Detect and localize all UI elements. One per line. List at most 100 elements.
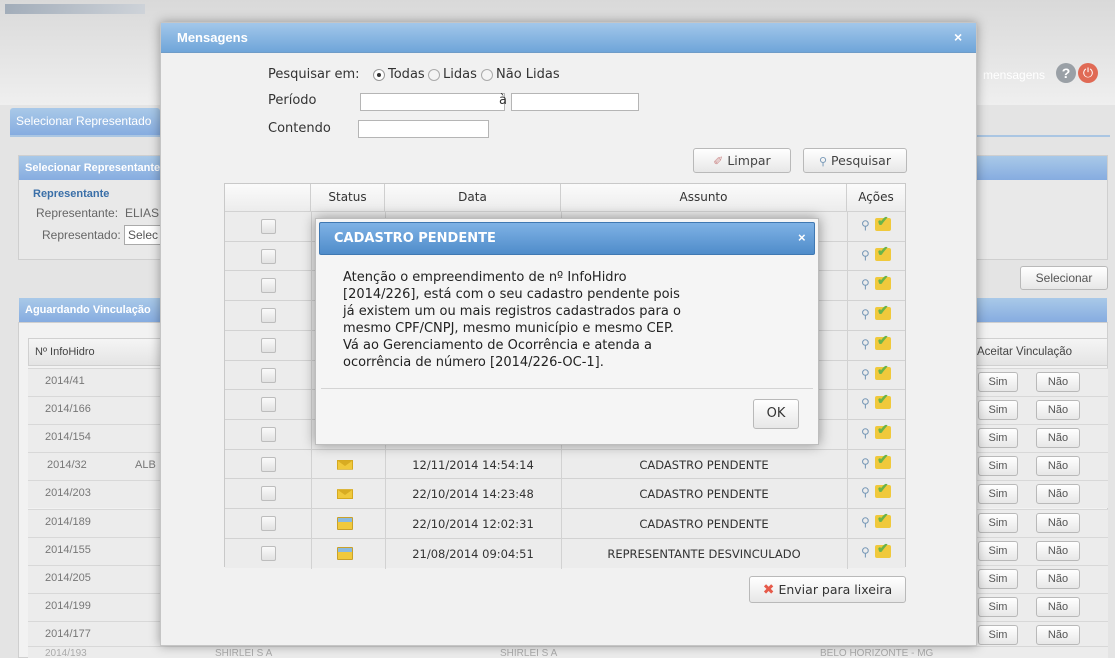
message-subject: REPRESENTANTE DESVINCULADO	[607, 546, 801, 561]
tab-select-representado[interactable]: Selecionar Representado	[10, 108, 160, 135]
row-checkbox[interactable]	[261, 278, 276, 294]
view-magnifier-icon[interactable]: ⚲	[861, 396, 870, 410]
messages-link[interactable]: mensagens	[983, 68, 1045, 82]
row-checkbox[interactable]	[261, 337, 276, 353]
clear-button[interactable]: ✐ Limpar	[693, 148, 791, 173]
row-checkbox[interactable]	[261, 486, 276, 502]
dialog-message-line: [2014/226], está com o seu cadastro pend…	[343, 287, 680, 302]
accept-yes-button[interactable]: Sim	[978, 428, 1018, 449]
col-infohidro-header: Nº InfoHidro	[35, 346, 95, 358]
row-checkbox[interactable]	[261, 367, 276, 383]
view-magnifier-icon[interactable]: ⚲	[861, 426, 870, 440]
accept-yes-button[interactable]: Sim	[978, 568, 1018, 589]
accept-no-button[interactable]: Não	[1036, 400, 1080, 421]
col-divider	[311, 509, 312, 539]
accept-no-button[interactable]: Não	[1036, 512, 1080, 533]
mark-read-icon[interactable]: ✔	[875, 451, 891, 469]
message-subject: CADASTRO PENDENTE	[639, 487, 769, 502]
row-checkbox[interactable]	[261, 248, 276, 264]
mark-read-icon[interactable]: ✔	[875, 391, 891, 410]
close-icon[interactable]: ×	[954, 29, 962, 45]
radio-read[interactable]	[428, 69, 440, 81]
row-checkbox[interactable]	[261, 397, 276, 413]
mark-read-icon[interactable]: ✔	[875, 243, 891, 261]
view-magnifier-icon[interactable]: ⚲	[861, 367, 870, 381]
row-checkbox[interactable]	[261, 456, 276, 472]
trash-button[interactable]: ✖ Enviar para lixeira	[749, 576, 906, 603]
accept-no-button[interactable]: Não	[1036, 428, 1080, 449]
col-divider	[847, 271, 848, 302]
message-row[interactable]: 22/10/2014 14:23:48 CADASTRO PENDENTE ⚲ …	[225, 478, 905, 510]
view-magnifier-icon[interactable]: ⚲	[861, 337, 870, 351]
radio-unread-label: Não Lidas	[496, 67, 560, 82]
accept-yes-button[interactable]: Sim	[978, 372, 1018, 392]
mark-read-icon[interactable]: ✔	[875, 362, 891, 380]
col-divider	[311, 241, 312, 272]
mark-read-icon[interactable]: ✔	[875, 272, 891, 291]
accept-yes-button[interactable]: Sim	[978, 596, 1018, 617]
accept-yes-button[interactable]: Sim	[978, 540, 1018, 561]
accept-no-button[interactable]: Não	[1036, 624, 1080, 645]
view-magnifier-icon[interactable]: ⚲	[861, 307, 870, 321]
close-icon[interactable]: ×	[798, 230, 806, 245]
row-id: 2014/205	[45, 571, 91, 584]
radio-all[interactable]	[373, 69, 385, 81]
accept-yes-button[interactable]: Sim	[978, 512, 1018, 533]
radio-unread[interactable]	[481, 69, 493, 81]
row-checkbox[interactable]	[261, 219, 276, 234]
contains-input[interactable]	[358, 120, 489, 138]
col-divider	[311, 419, 312, 450]
message-subject: CADASTRO PENDENTE	[639, 457, 769, 472]
modal-header: Mensagens ×	[161, 23, 976, 53]
view-magnifier-icon[interactable]: ⚲	[861, 277, 870, 291]
col-divider	[847, 479, 848, 510]
view-magnifier-icon[interactable]: ⚲	[861, 485, 870, 499]
accept-no-button[interactable]: Não	[1036, 540, 1080, 561]
row-id: 2014/199	[45, 599, 91, 612]
view-magnifier-icon[interactable]: ⚲	[861, 515, 870, 529]
mark-read-icon[interactable]: ✔	[875, 302, 891, 321]
mark-read-icon[interactable]: ✔	[875, 332, 891, 350]
row-checkbox[interactable]	[261, 308, 276, 324]
accept-no-button[interactable]: Não	[1036, 456, 1080, 477]
table-row	[28, 646, 1108, 658]
col-divider	[311, 538, 312, 569]
message-row[interactable]: 21/08/2014 09:04:51 REPRESENTANTE DESVIN…	[225, 537, 905, 569]
accept-no-button[interactable]: Não	[1036, 372, 1080, 392]
view-magnifier-icon[interactable]: ⚲	[861, 456, 870, 470]
power-icon[interactable]: ⏻	[1078, 63, 1098, 83]
accept-no-button[interactable]: Não	[1036, 568, 1080, 589]
view-magnifier-icon[interactable]: ⚲	[861, 218, 870, 232]
ok-button[interactable]: OK	[753, 399, 799, 429]
mark-read-icon[interactable]: ✔	[875, 540, 891, 558]
accept-yes-button[interactable]: Sim	[978, 484, 1018, 505]
row-checkbox[interactable]	[261, 516, 276, 531]
search-button[interactable]: ⚲ Pesquisar	[803, 148, 907, 173]
help-icon[interactable]: ?	[1056, 63, 1076, 83]
period-end-input[interactable]	[511, 93, 639, 111]
dialog-message-line: Vá ao Gerenciamento de Ocorrência e aten…	[343, 338, 652, 353]
accept-yes-button[interactable]: Sim	[978, 456, 1018, 477]
row-checkbox[interactable]	[261, 426, 276, 442]
message-row[interactable]: 12/11/2014 14:54:14 CADASTRO PENDENTE ⚲ …	[225, 448, 905, 480]
mark-read-icon[interactable]: ✔	[875, 213, 891, 231]
accept-yes-button[interactable]: Sim	[978, 624, 1018, 645]
message-date: 12/11/2014 14:54:14	[412, 457, 534, 472]
accept-yes-button[interactable]: Sim	[978, 400, 1018, 421]
col-divider	[847, 241, 848, 272]
period-label: Período	[268, 93, 317, 108]
mark-read-icon[interactable]: ✔	[875, 480, 891, 499]
representado-select[interactable]: Selec	[124, 225, 164, 245]
select-button[interactable]: Selecionar	[1020, 266, 1108, 290]
accept-no-button[interactable]: Não	[1036, 596, 1080, 617]
dialog-title: CADASTRO PENDENTE	[334, 231, 496, 246]
mark-read-icon[interactable]: ✔	[875, 421, 891, 439]
period-start-input[interactable]	[360, 93, 505, 111]
accept-no-button[interactable]: Não	[1036, 484, 1080, 505]
mark-read-icon[interactable]: ✔	[875, 510, 891, 528]
message-row[interactable]: 22/10/2014 12:02:31 CADASTRO PENDENTE ⚲ …	[225, 508, 905, 539]
row-name-2: SHIRLEI S A	[500, 648, 558, 658]
view-magnifier-icon[interactable]: ⚲	[861, 545, 870, 559]
row-checkbox[interactable]	[261, 545, 276, 561]
view-magnifier-icon[interactable]: ⚲	[861, 248, 870, 262]
